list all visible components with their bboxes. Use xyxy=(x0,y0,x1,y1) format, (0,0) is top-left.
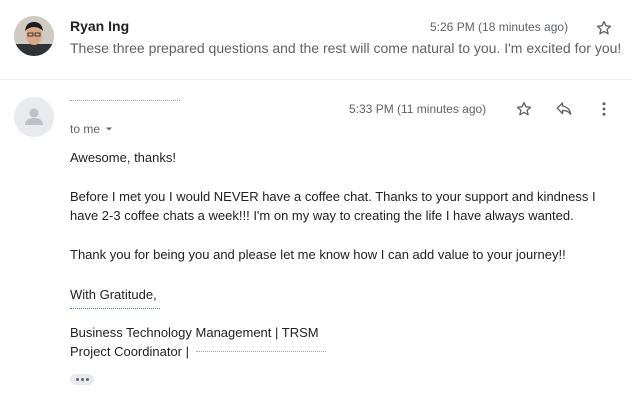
star-icon[interactable] xyxy=(592,16,616,40)
body-paragraph-2: Thank you for being you and please let m… xyxy=(70,247,566,262)
chevron-down-icon xyxy=(106,127,113,131)
redacted-sender-name xyxy=(70,100,180,104)
message-time: 5:26 PM (18 minutes ago) xyxy=(430,20,569,34)
body-paragraph-1-line-1: Before I met you I would NEVER have a co… xyxy=(70,189,596,204)
recipient-label: to me xyxy=(70,122,101,136)
star-icon[interactable] xyxy=(512,97,536,121)
redacted-organization xyxy=(196,351,326,355)
body-signoff: With Gratitude, xyxy=(70,287,157,302)
message-time: 5:33 PM (11 minutes ago) xyxy=(349,102,487,116)
message-collapsed-ryan[interactable]: Ryan Ing 5:26 PM (18 minutes ago) These … xyxy=(0,0,632,80)
body-greeting: Awesome, thanks! xyxy=(70,150,176,165)
avatar-default xyxy=(14,97,54,137)
redacted-signature-name xyxy=(70,308,160,312)
body-paragraph-1-line-2: have 2-3 coffee chats a week!!! I'm on m… xyxy=(70,208,574,223)
dot xyxy=(85,378,89,381)
show-trimmed-content-button[interactable] xyxy=(70,374,94,385)
reply-icon[interactable] xyxy=(552,97,576,121)
more-vert-icon[interactable] xyxy=(592,97,616,121)
message-snippet: These three prepared questions and the r… xyxy=(70,40,622,56)
dot xyxy=(75,378,79,381)
message-expanded: 5:33 PM (11 minutes ago) to me Awesome, … xyxy=(0,79,632,413)
signature-line-1: Business Technology Management | TRSM xyxy=(70,325,319,340)
recipient-details-toggle[interactable]: to me xyxy=(70,122,114,136)
avatar-ryan xyxy=(14,16,54,56)
signature-line-2: Project Coordinator | xyxy=(70,344,189,359)
dot xyxy=(80,378,84,381)
sender-name: Ryan Ing xyxy=(70,18,130,34)
